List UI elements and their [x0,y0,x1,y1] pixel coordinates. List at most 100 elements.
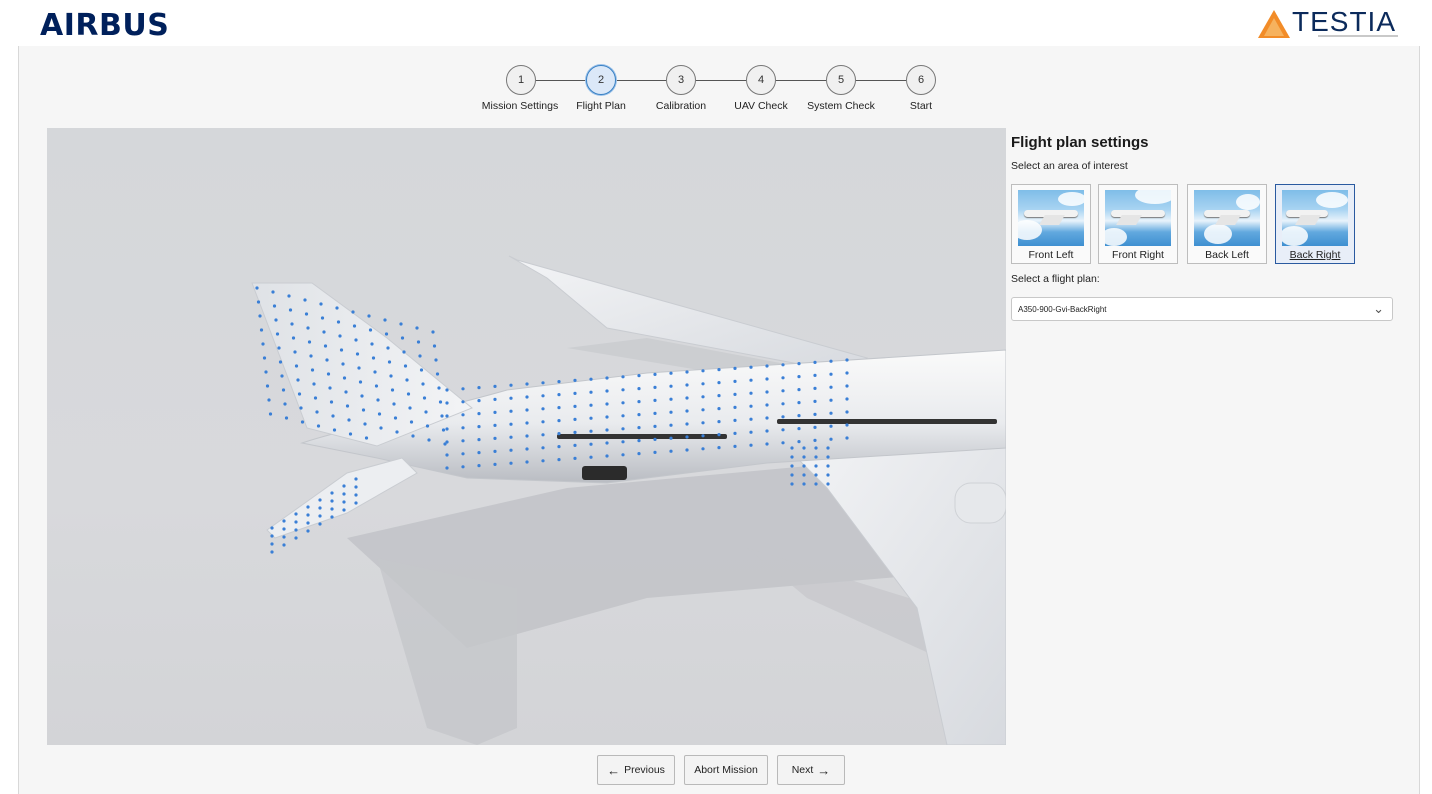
waypoint-dot [733,405,737,409]
waypoint-dot [445,414,449,418]
area-label: Back Left [1205,249,1249,261]
step-connector [696,80,746,81]
area-back-left[interactable]: Back Left [1187,184,1267,264]
waypoint-dot [802,455,806,459]
arrow-left-icon: ← [607,762,621,778]
waypoint-dot [781,441,785,445]
waypoint-dot [259,328,264,332]
waypoint-dot [318,514,322,518]
waypoint-dot [318,506,322,510]
step-5-circle[interactable]: 5 [826,65,856,95]
waypoint-dot [330,499,334,503]
3d-aircraft-viewport[interactable] [47,128,1006,745]
horizontal-stabilizer [266,457,418,539]
waypoint-dot [802,464,806,468]
waypoint-dot [701,421,705,425]
waypoint-dot [829,385,833,389]
waypoint-dot [493,410,497,414]
waypoint-dot [367,314,371,318]
waypoint-dot [445,427,449,431]
waypoint-dot [749,378,753,382]
step-1-label: Mission Settings [481,100,559,112]
waypoint-dot [701,382,705,386]
waypoint-dot [605,441,609,445]
waypoint-dot [280,374,284,378]
next-button[interactable]: Next → [777,755,845,785]
waypoint-dot [293,350,297,354]
waypoint-dot [749,417,753,421]
waypoint-dot [424,410,428,414]
waypoint-dot [300,420,305,424]
waypoint-dot [814,473,818,477]
step-6-circle[interactable]: 6 [906,65,936,95]
waypoint-dot [282,519,286,523]
waypoint-dot [669,371,673,375]
waypoint-dot [509,383,513,387]
waypoint-dot [717,420,721,424]
waypoint-dot [283,402,287,406]
waypoint-dot [765,416,769,420]
step-3-label: Calibration [655,100,707,112]
waypoint-dot [493,397,497,401]
waypoint-dot [403,364,408,368]
waypoint-dot [277,346,281,350]
waypoint-dot [797,440,801,444]
area-back-right[interactable]: Back Right [1275,184,1355,264]
waypoint-dot [653,411,657,415]
waypoint-dot [354,485,358,489]
area-front-left[interactable]: Front Left [1011,184,1091,264]
waypoint-dot [701,408,705,412]
step-2-circle[interactable]: 2 [586,65,616,95]
waypoint-dot [336,320,341,324]
waypoint-dot [765,390,769,394]
area-front-right[interactable]: Front Right [1098,184,1178,264]
waypoint-dot [445,440,449,444]
cargo-door [582,466,627,480]
waypoint-dot [733,418,737,422]
abort-mission-button[interactable]: Abort Mission [684,755,768,785]
flight-plan-select[interactable]: A350-900-Gvi-BackRight ⌄ [1011,297,1393,321]
waypoint-dot [733,444,737,448]
waypoint-dot [270,534,274,538]
vertical-stabilizer [251,282,473,447]
waypoint-dot [373,370,377,374]
waypoint-dot [445,401,449,405]
waypoint-dot [326,372,331,376]
waypoint-dot [557,458,561,462]
waypoint-dot [790,455,794,459]
next-button-label: Next [791,764,814,776]
waypoint-dot [409,420,414,424]
previous-button[interactable]: ← Previous [597,755,675,785]
waypoint-dot [701,395,705,399]
waypoint-dot [389,374,393,378]
waypoint-dot [354,338,358,342]
step-1-circle[interactable]: 1 [506,65,536,95]
airbus-logo: AIRBUS [40,8,170,43]
waypoint-dot [621,440,625,444]
step-4-circle[interactable]: 4 [746,65,776,95]
waypoint-dot [307,340,312,344]
waypoint-dot [589,455,593,459]
waypoint-dot [306,326,310,330]
waypoint-dot [717,407,721,411]
waypoint-dot [262,356,267,360]
waypoint-dot [294,520,298,524]
waypoint-dot [797,401,801,405]
waypoint-dot [383,318,387,322]
waypoint-dot [813,425,817,429]
waypoint-dot [829,411,833,415]
waypoint-dot [360,394,364,398]
waypoint-dot [589,416,593,420]
waypoint-dot [329,400,334,404]
waypoint-dot [261,342,265,346]
waypoint-dot [342,484,346,488]
step-3-circle[interactable]: 3 [666,65,696,95]
waypoint-dot [802,482,806,486]
waypoint-dot [294,528,298,532]
waypoint-dot [541,407,545,411]
waypoint-dot [432,344,437,348]
waypoint-dot [765,364,769,368]
waypoint-dot [431,330,435,334]
waypoint-dot [621,427,625,431]
waypoint-dot [845,436,849,440]
